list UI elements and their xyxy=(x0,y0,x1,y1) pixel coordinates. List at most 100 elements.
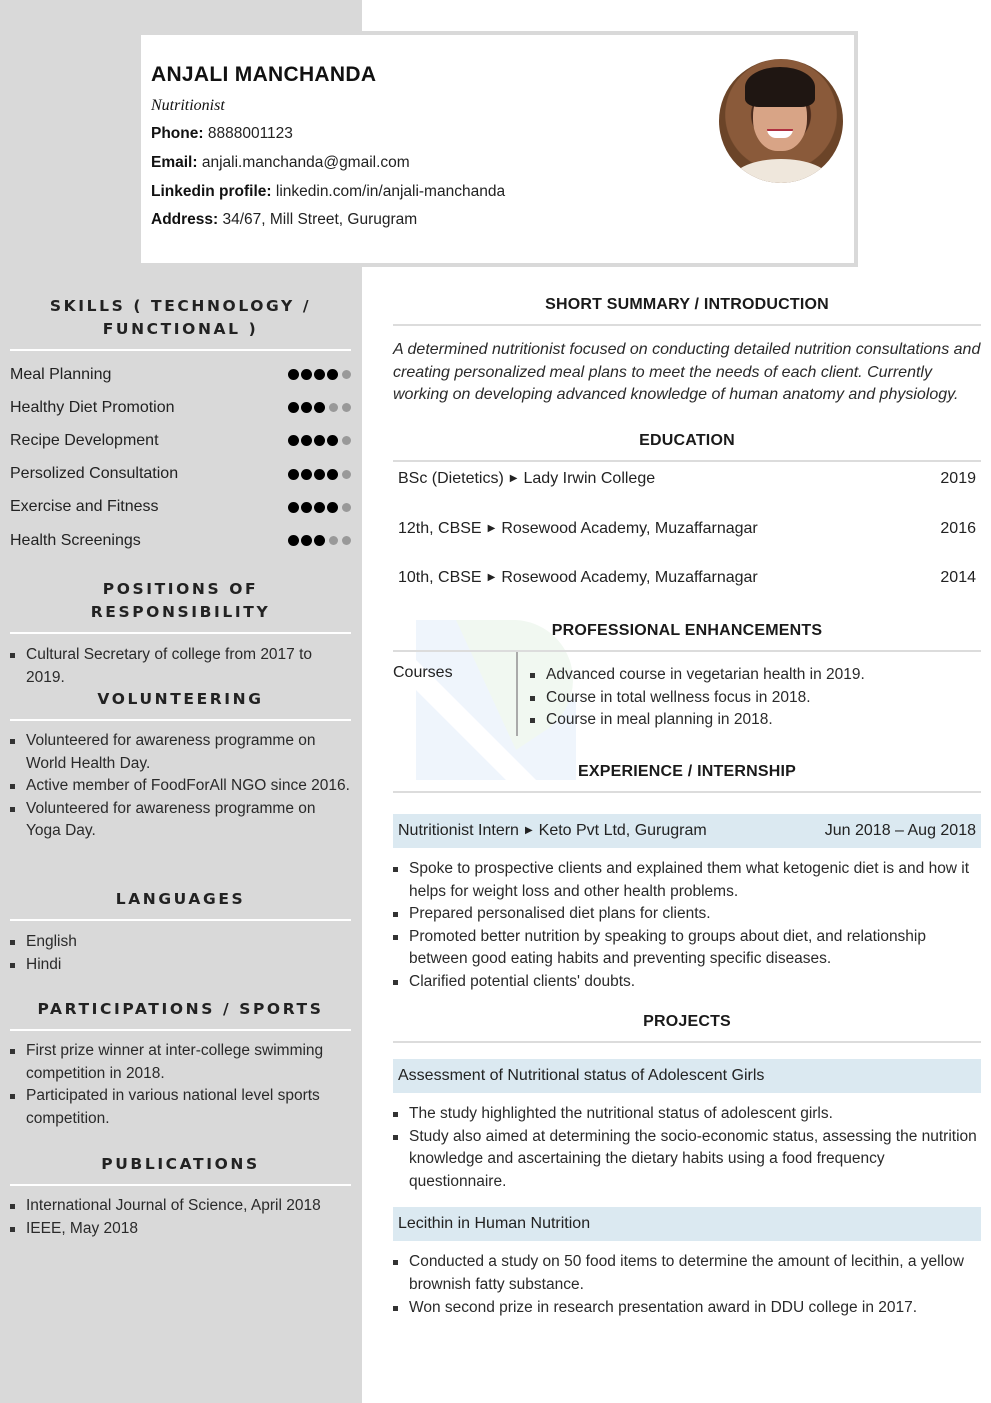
skill-name: Recipe Development xyxy=(10,431,159,449)
rating-dot-icon xyxy=(314,501,325,513)
list-item: International Journal of Science, April … xyxy=(10,1195,351,1218)
list-item: Clarified potential clients' doubts. xyxy=(393,971,981,994)
phone-line: Phone: 8888001123 xyxy=(151,125,293,143)
education-row: BSc (Dietetics) ▶ Lady Irwin College 2019 xyxy=(393,470,981,520)
rating-dot-icon xyxy=(301,369,312,381)
rating-dot-icon xyxy=(342,469,351,479)
rating-dot-icon xyxy=(327,501,338,513)
education-degree: 10th, CBSE xyxy=(398,569,482,586)
skill-row: Persolized Consultation xyxy=(10,458,351,491)
education-year: 2014 xyxy=(940,569,976,586)
education-section: EDUCATION BSc (Dietetics) ▶ Lady Irwin Col… xyxy=(393,432,981,619)
rating-dot-icon xyxy=(327,468,338,480)
skill-name: Health Screenings xyxy=(10,531,141,549)
project-points: The study highlighted the nutritional st… xyxy=(393,1103,981,1193)
list-item: English xyxy=(10,931,351,954)
volunteering-heading: VOLUNTEERING xyxy=(97,690,264,708)
courses-label: Courses xyxy=(393,664,453,681)
experience-title-bar: Nutritionist Intern ▶ Keto Pvt Ltd, Gurugr… xyxy=(393,814,981,848)
skill-rating xyxy=(288,535,351,547)
project-points: Conducted a study on 50 food items to de… xyxy=(393,1251,981,1319)
education-degree-institution: 12th, CBSE ▶ Rosewood Academy, Muzaffarnag… xyxy=(398,520,758,538)
list-item: Spoke to prospective clients and explain… xyxy=(393,858,981,903)
arrow-right-icon: ▶ xyxy=(487,572,496,583)
courses-list: Advanced course in vegetarian health in … xyxy=(518,652,865,736)
skill-rating xyxy=(288,369,351,381)
phone-value: 8888001123 xyxy=(207,125,293,142)
skill-rating xyxy=(288,468,351,480)
skill-row: Exercise and Fitness xyxy=(10,491,351,524)
email-value[interactable]: anjali.manchanda@gmail.com xyxy=(202,154,410,171)
experience-heading: EXPERIENCE / INTERNSHIP xyxy=(578,763,796,780)
address-label: Address: xyxy=(151,211,219,228)
list-item: First prize winner at inter-college swim… xyxy=(10,1040,351,1085)
education-row: 12th, CBSE ▶ Rosewood Academy, Muzaffarnag… xyxy=(393,520,981,570)
rating-dot-icon xyxy=(301,535,312,547)
list-item: Participated in various national level s… xyxy=(10,1085,351,1130)
skill-rating xyxy=(288,435,351,447)
list-item: The study highlighted the nutritional st… xyxy=(393,1103,981,1126)
education-year: 2019 xyxy=(940,470,976,487)
project-title: Assessment of Nutritional status of Adol… xyxy=(398,1067,765,1084)
address-value: 34/67, Mill Street, Gurugram xyxy=(222,211,418,228)
rating-dot-icon xyxy=(288,468,299,480)
divider xyxy=(393,324,981,326)
rating-dot-icon xyxy=(301,402,312,414)
project-title: Lecithin in Human Nutrition xyxy=(398,1215,591,1233)
rating-dot-icon xyxy=(288,535,299,547)
profile-photo xyxy=(719,59,843,183)
skills-heading: SKILLS ( TECHNOLOGY / FUNCTIONAL ) xyxy=(10,295,351,341)
skills-list: Meal Planning Healthy Diet Promotion Recip… xyxy=(10,358,351,557)
publications-heading: PUBLICATIONS xyxy=(101,1155,260,1173)
linkedin-line: Linkedin profile: linkedin.com/in/anjali… xyxy=(151,183,505,201)
languages-heading: LANGUAGES xyxy=(115,890,246,908)
rating-dot-icon xyxy=(314,435,325,447)
list-item: Volunteered for awareness programme on Y… xyxy=(10,798,351,843)
list-item: Cultural Secretary of college from 2017 … xyxy=(10,644,351,689)
project-title-bar: Assessment of Nutritional status of Adol… xyxy=(393,1059,981,1093)
education-heading: EDUCATION xyxy=(639,432,735,449)
summary-text: A determined nutritionist focused on con… xyxy=(393,341,981,404)
education-institution: Rosewood Academy, Muzaffarnagar xyxy=(501,569,758,586)
rating-dot-icon xyxy=(314,535,325,547)
courses-block: Courses Advanced course in vegetarian he… xyxy=(393,652,981,736)
rating-dot-icon xyxy=(342,502,351,512)
experience-company: Keto Pvt Ltd, Gurugram xyxy=(538,822,707,839)
experience-dates: Jun 2018 – Aug 2018 xyxy=(824,822,976,839)
rating-dot-icon xyxy=(327,435,338,447)
rating-dot-icon xyxy=(314,468,325,480)
volunteering-section: VOLUNTEERING Volunteered for awareness p… xyxy=(10,688,351,843)
skill-name: Meal Planning xyxy=(10,365,112,383)
skill-rating xyxy=(288,501,351,513)
experience-points: Spoke to prospective clients and explain… xyxy=(393,858,981,994)
list-item: Active member of FoodForAll NGO since 20… xyxy=(10,775,351,798)
rating-dot-icon xyxy=(301,435,312,447)
rating-dot-icon xyxy=(288,402,299,414)
experience-role-company: Nutritionist Intern ▶ Keto Pvt Ltd, Gurugr… xyxy=(398,822,707,840)
enhancements-section: PROFESSIONAL ENHANCEMENTS Courses Advanc… xyxy=(393,622,981,736)
divider xyxy=(10,632,351,634)
education-degree: BSc (Dietetics) xyxy=(398,470,504,487)
rating-dot-icon xyxy=(288,369,299,381)
rating-dot-icon xyxy=(342,370,351,380)
education-row: 10th, CBSE ▶ Rosewood Academy, Muzaffarnag… xyxy=(393,569,981,619)
publications-list: International Journal of Science, April … xyxy=(10,1195,351,1240)
arrow-right-icon: ▶ xyxy=(524,825,533,836)
education-year: 2016 xyxy=(940,519,976,537)
positions-section: POSITIONS OF RESPONSIBILITY Cultural Sec… xyxy=(10,578,351,689)
languages-list: English Hindi xyxy=(10,931,351,976)
divider xyxy=(10,349,351,351)
phone-label: Phone: xyxy=(151,125,204,142)
linkedin-label: Linkedin profile: xyxy=(151,183,272,200)
rating-dot-icon xyxy=(301,468,312,480)
participations-section: PARTICIPATIONS / SPORTS First prize winn… xyxy=(10,998,351,1130)
projects-section: PROJECTS Assessment of Nutritional statu… xyxy=(393,1013,981,1319)
divider xyxy=(10,1184,351,1186)
rating-dot-icon xyxy=(314,369,325,381)
linkedin-value[interactable]: linkedin.com/in/anjali-manchanda xyxy=(276,183,505,200)
divider xyxy=(393,460,981,462)
participations-heading: PARTICIPATIONS / SPORTS xyxy=(37,1000,324,1018)
arrow-right-icon: ▶ xyxy=(509,473,518,484)
divider xyxy=(10,1029,351,1031)
skill-rating xyxy=(288,402,351,414)
